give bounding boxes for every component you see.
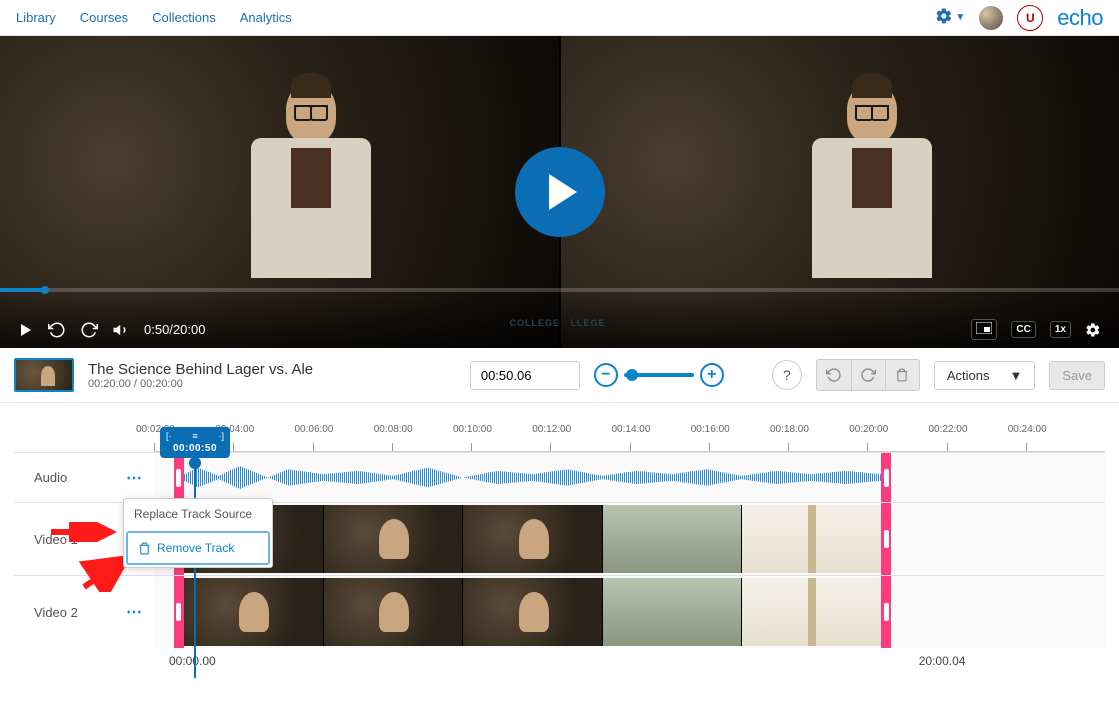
- zoom-slider[interactable]: [624, 373, 694, 377]
- zoom-in-button[interactable]: +: [700, 363, 724, 387]
- save-button[interactable]: Save: [1049, 361, 1105, 390]
- track-content-video2[interactable]: [154, 576, 1105, 648]
- time-ruler[interactable]: 00:02:00 00:04:00 00:06:00 00:08:00 00:1…: [154, 427, 1105, 452]
- track-menu-audio[interactable]: ⋯: [114, 453, 154, 502]
- cc-button[interactable]: CC: [1011, 321, 1035, 338]
- track-content-video1[interactable]: [154, 503, 1105, 575]
- forward-icon[interactable]: [80, 321, 98, 339]
- undo-button[interactable]: [817, 360, 851, 390]
- clip-handle-left[interactable]: [176, 603, 181, 621]
- track-context-menu: Replace Track Source Remove Track: [123, 498, 273, 568]
- rewind-icon[interactable]: [48, 321, 66, 339]
- timecode-input[interactable]: [470, 361, 580, 390]
- player-controls: 0:50/20:00 CC 1x: [0, 288, 1119, 348]
- waveform: [184, 461, 881, 494]
- time-display: 0:50/20:00: [144, 322, 205, 337]
- nav-analytics[interactable]: Analytics: [240, 10, 292, 25]
- audio-clip[interactable]: [174, 453, 891, 502]
- settings-dropdown[interactable]: ▼: [935, 7, 965, 28]
- delete-button[interactable]: [885, 360, 919, 390]
- timeline-footer: 00:00.00 20:00.04: [169, 654, 1105, 668]
- play-small-icon[interactable]: [18, 322, 34, 338]
- redo-button[interactable]: [851, 360, 885, 390]
- track-content-audio[interactable]: [154, 453, 1105, 502]
- timeline: [·≡·] 00:00:50 00:02:00 00:04:00 00:06:0…: [0, 427, 1119, 688]
- playhead-indicator[interactable]: [·≡·] 00:00:50: [160, 427, 230, 458]
- play-button[interactable]: [515, 147, 605, 237]
- playhead-time: 00:00:50: [166, 443, 224, 454]
- duration-display: 00:20:00 / 00:20:00: [88, 378, 313, 390]
- nav-links: Library Courses Collections Analytics: [16, 10, 292, 25]
- clip-handle-right[interactable]: [884, 603, 889, 621]
- progress-bar[interactable]: [0, 288, 1119, 292]
- zoom-controls: − +: [594, 363, 724, 387]
- speed-button[interactable]: 1x: [1050, 321, 1071, 338]
- actions-dropdown[interactable]: Actions▼: [934, 361, 1036, 390]
- volume-icon[interactable]: [112, 321, 130, 339]
- gear-icon: [935, 7, 953, 28]
- track-video2: Video 2 ⋯: [14, 575, 1105, 648]
- user-avatar[interactable]: [979, 6, 1003, 30]
- clip-handle-left[interactable]: [176, 469, 181, 487]
- help-button[interactable]: ?: [772, 360, 802, 390]
- zoom-out-button[interactable]: −: [594, 363, 618, 387]
- clip-start-time: 00:00.00: [169, 654, 216, 668]
- caret-down-icon: ▼: [1009, 368, 1022, 383]
- clip-handle-right[interactable]: [884, 469, 889, 487]
- trash-icon: [138, 542, 151, 555]
- editor-toolbar: The Science Behind Lager vs. Ale 00:20:0…: [0, 348, 1119, 403]
- video-player: LLEGE COLLEGE 0:50/20:00 CC 1x: [0, 36, 1119, 348]
- clip-end-time: 20:00.04: [919, 654, 966, 668]
- video1-clip[interactable]: [174, 503, 891, 575]
- media-thumbnail[interactable]: [14, 358, 74, 392]
- annotation-arrow-1: [49, 522, 119, 542]
- caret-down-icon: ▼: [955, 12, 965, 23]
- settings-cog-icon[interactable]: [1085, 322, 1101, 338]
- pip-icon[interactable]: [971, 319, 997, 340]
- media-title: The Science Behind Lager vs. Ale: [88, 361, 313, 378]
- institution-logo[interactable]: [1017, 5, 1043, 31]
- play-icon: [549, 174, 577, 210]
- clip-handle-right[interactable]: [884, 530, 889, 548]
- brand-logo: echo: [1057, 5, 1103, 31]
- remove-track[interactable]: Remove Track: [126, 531, 270, 565]
- video2-clip[interactable]: [174, 576, 891, 648]
- top-nav: Library Courses Collections Analytics ▼ …: [0, 0, 1119, 36]
- nav-library[interactable]: Library: [16, 10, 56, 25]
- nav-collections[interactable]: Collections: [152, 10, 216, 25]
- track-label-audio: Audio: [14, 453, 114, 502]
- nav-courses[interactable]: Courses: [80, 10, 128, 25]
- history-group: [816, 359, 920, 391]
- track-audio: Audio ⋯: [14, 452, 1105, 502]
- replace-track-source[interactable]: Replace Track Source: [124, 499, 272, 529]
